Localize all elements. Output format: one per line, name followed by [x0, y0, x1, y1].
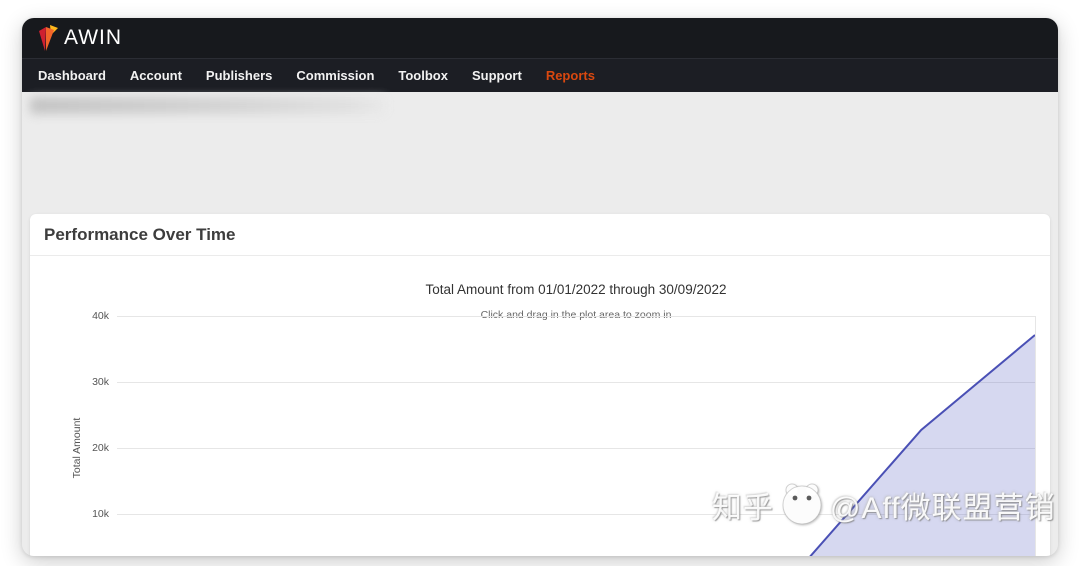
- nav-item-support[interactable]: Support: [472, 68, 522, 83]
- main-nav: Dashboard Account Publishers Commission …: [22, 58, 1058, 92]
- nav-item-toolbox[interactable]: Toolbox: [398, 68, 448, 83]
- brand-name: AWIN: [64, 26, 123, 49]
- plot-area[interactable]: Total Amount from 01/01/2022 through 30/…: [30, 256, 1050, 556]
- nav-item-commission[interactable]: Commission: [296, 68, 374, 83]
- awin-logo[interactable]: AWIN: [36, 24, 122, 52]
- y-tick-label: 20k: [92, 442, 109, 454]
- card-title: Performance Over Time: [30, 214, 1050, 256]
- awin-flame-icon: [36, 24, 60, 52]
- nav-item-reports[interactable]: Reports: [546, 68, 595, 83]
- nav-item-publishers[interactable]: Publishers: [206, 68, 272, 83]
- chart-title: Total Amount from 01/01/2022 through 30/…: [425, 282, 727, 297]
- blurred-breadcrumb-bar: [30, 97, 386, 114]
- y-tick-label: 40k: [92, 310, 109, 322]
- page: AWIN Dashboard Account Publishers Commis…: [0, 0, 1080, 566]
- performance-card: Performance Over Time Total Amount from …: [30, 214, 1050, 556]
- y-tick-label: 30k: [92, 376, 109, 388]
- nav-item-dashboard[interactable]: Dashboard: [38, 68, 106, 83]
- area-series-total-amount: [809, 334, 1035, 556]
- content-area: Performance Over Time Total Amount from …: [22, 92, 1058, 556]
- nav-item-account[interactable]: Account: [130, 68, 182, 83]
- app-window: AWIN Dashboard Account Publishers Commis…: [22, 18, 1058, 556]
- gridline-right-edge: [1035, 316, 1036, 556]
- y-tick-label: 10k: [92, 508, 109, 520]
- top-brand-bar: AWIN: [22, 18, 1058, 58]
